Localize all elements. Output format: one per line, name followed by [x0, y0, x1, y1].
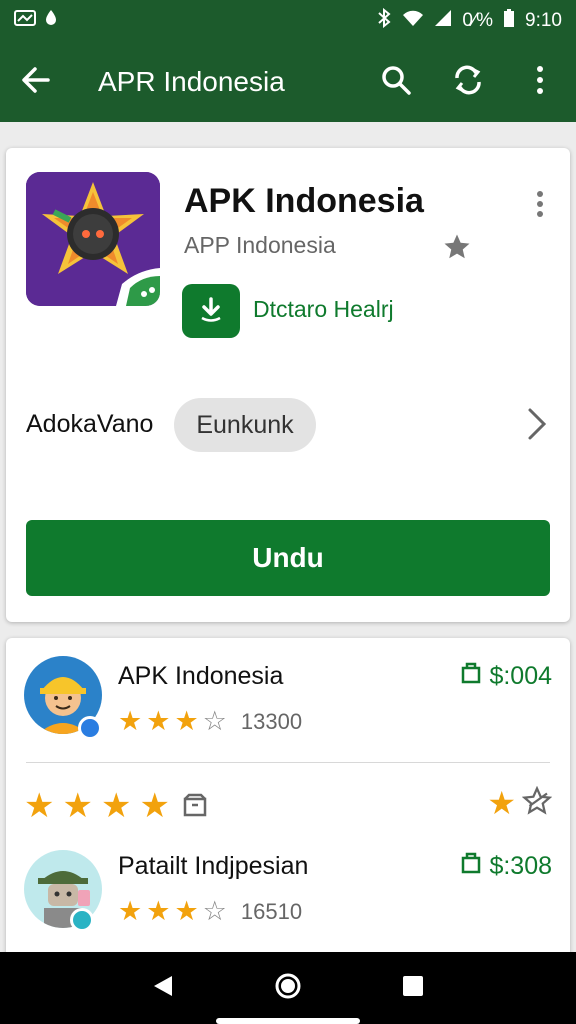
app-bar-title: APR Indonesia — [98, 66, 285, 97]
battery-icon — [503, 8, 515, 34]
verified-badge-icon — [78, 716, 102, 740]
nav-back-button[interactable] — [133, 958, 193, 1018]
home-indicator — [216, 1018, 360, 1024]
star-filled-icon: ★ — [118, 896, 143, 926]
star-filled-icon: ★ — [24, 787, 55, 825]
box-icon[interactable] — [182, 792, 208, 818]
installed-badge — [182, 284, 240, 338]
signal-icon — [434, 9, 452, 33]
list-item-title: Patailt Indjpesian — [118, 852, 309, 880]
system-nav-bar — [0, 952, 576, 1024]
star-filled-icon: ★ — [174, 706, 199, 736]
star-filled-icon: ★ — [146, 706, 171, 736]
more-options-button[interactable] — [504, 42, 576, 122]
price-value: $:308 — [489, 852, 552, 880]
sync-icon — [452, 64, 484, 101]
nav-home-icon — [274, 972, 302, 1005]
star-filled-icon: ★ — [139, 787, 170, 825]
app-detail-card: APK Indonesia APP Indonesia Dtctaro Heal… — [6, 148, 570, 622]
sync-button[interactable] — [432, 42, 504, 122]
bluetooth-icon — [376, 7, 392, 34]
star-filled-icon: ★ — [62, 787, 93, 825]
featured-rating: ★ ★ ★ ★ — [24, 786, 170, 826]
card-overflow-button[interactable] — [528, 186, 552, 226]
nav-back-icon — [152, 974, 174, 1003]
price: $:308 — [461, 852, 552, 881]
bag-icon — [461, 662, 481, 691]
related-apps-card: APK Indonesia ★ ★ ★ ☆ 13300 $:004 ★ ★ ★ ★ ★ — [6, 638, 570, 958]
rating-count: 13300 — [240, 708, 303, 734]
app-icon-image — [26, 172, 160, 306]
download-button[interactable]: Undu — [26, 520, 550, 596]
divider — [26, 762, 550, 763]
notification-icon — [14, 9, 36, 33]
app-title: APK Indonesia — [184, 182, 424, 220]
app-icon — [44, 9, 58, 33]
search-icon — [380, 64, 412, 101]
rating-stars: ★ ★ ★ ☆ 13300 — [118, 706, 302, 737]
installed-label: Dtctaro Healrj — [253, 296, 394, 322]
expand-chevron[interactable] — [522, 404, 552, 448]
back-button[interactable] — [0, 42, 72, 122]
status-bar: 0⁄% 9:10 — [0, 0, 576, 42]
developer-name[interactable]: APP Indonesia — [184, 232, 336, 259]
verified-badge-icon — [70, 908, 94, 932]
clock: 9:10 — [525, 10, 562, 31]
rating-stars: ★ ★ ★ ☆ 16510 — [118, 896, 302, 927]
more-vert-icon — [536, 190, 544, 223]
share-star-icon[interactable] — [521, 785, 553, 821]
wifi-icon — [402, 9, 424, 33]
more-vert-icon — [535, 65, 545, 100]
battery-percent: 0⁄% — [462, 10, 494, 31]
star-half-icon: ☆ — [202, 706, 227, 736]
star-filled-icon: ★ — [100, 787, 132, 825]
search-button[interactable] — [360, 42, 432, 122]
app-bar: APR Indonesia — [0, 42, 576, 122]
bag-icon — [461, 852, 481, 881]
nav-recents-button[interactable] — [383, 958, 443, 1018]
back-arrow-icon — [20, 64, 52, 101]
tag-chip[interactable]: Eunkunk — [174, 398, 316, 452]
chevron-right-icon — [527, 407, 547, 446]
rating-count: 16510 — [240, 898, 303, 924]
wishlist-star-icon[interactable] — [442, 232, 472, 262]
nav-recents-icon — [402, 975, 424, 1002]
star-half-icon: ☆ — [202, 896, 227, 926]
nav-home-button[interactable] — [258, 958, 318, 1018]
star-filled-icon[interactable]: ★ — [487, 784, 516, 822]
category-label: AdokaVano — [26, 410, 154, 438]
star-filled-icon: ★ — [118, 706, 143, 736]
rate-actions: ★ — [487, 784, 553, 822]
list-item-title: APK Indonesia — [118, 662, 284, 690]
star-filled-icon: ★ — [146, 896, 171, 926]
price-value: $:004 — [489, 662, 552, 690]
price: $:004 — [461, 662, 552, 691]
download-icon — [197, 295, 225, 328]
star-filled-icon: ★ — [174, 896, 199, 926]
